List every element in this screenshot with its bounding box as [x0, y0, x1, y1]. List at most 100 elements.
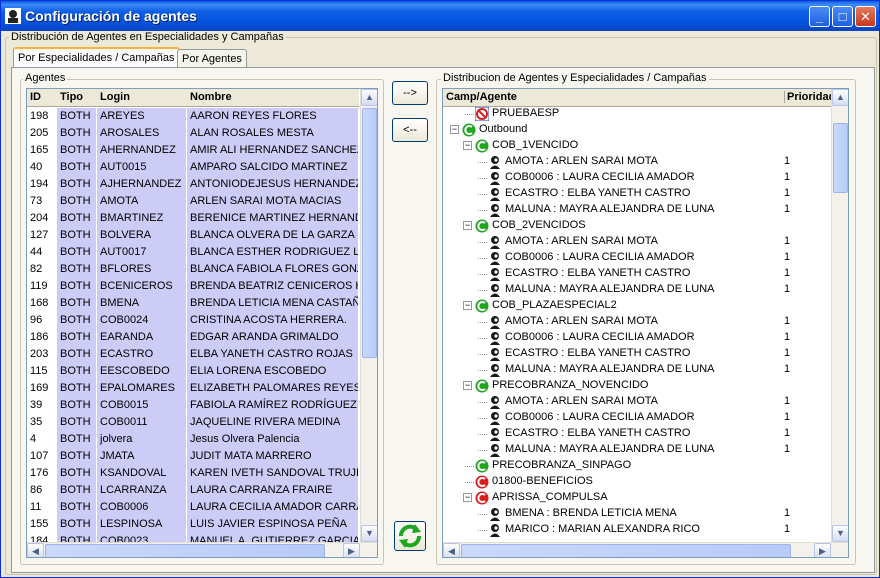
tree-agent-node[interactable]: COB0006 : LAURA CECILIA AMADOR 1 [443, 170, 832, 186]
tree-agent-node[interactable]: AMOTA : ARLEN SARAI MOTA 1 [443, 154, 832, 170]
tab-por-agentes[interactable]: Por Agentes [177, 49, 247, 69]
col-camp-agente[interactable]: Camp/Agente [446, 91, 517, 103]
tree-agent-node[interactable]: MALUNA : MAYRA ALEJANDRA DE LUNA 1 [443, 282, 832, 298]
agents-grid[interactable]: ID Tipo Login Nombre 198 BOTH AREYES AARON … [26, 88, 378, 558]
table-row[interactable]: 39 BOTH COB0015 FABIOLA RAMÍREZ RODRÍGUEZ [27, 397, 359, 414]
collapse-toggle-icon[interactable]: − [463, 141, 472, 150]
table-row[interactable]: 96 BOTH COB0024 CRISTINA ACOSTA HERRERA. [27, 312, 359, 329]
tree-agent-node[interactable]: AMOTA : ARLEN SARAI MOTA 1 [443, 234, 832, 250]
table-row[interactable]: 155 BOTH LESPINOSA LUIS JAVIER ESPINOSA PEÑ… [27, 516, 359, 533]
tree-hscroll[interactable]: ◀ ▶ [443, 542, 848, 557]
tree-connector [478, 242, 487, 243]
table-row[interactable]: 44 BOTH AUT0017 BLANCA ESTHER RODRIGUEZ LOZ [27, 244, 359, 261]
table-row[interactable]: 4 BOTH jolvera Jesus Olvera Palencia [27, 431, 359, 448]
tree-node-priority: 1 [784, 155, 791, 167]
table-row[interactable]: 35 BOTH COB0011 JAQUELINE RIVERA MEDINA [27, 414, 359, 431]
maximize-button[interactable]: □ [832, 6, 853, 27]
scroll-down-icon[interactable]: ▼ [361, 525, 377, 542]
scroll-up-icon[interactable]: ▲ [832, 89, 848, 106]
tree-agent-node[interactable]: ECASTRO : ELBA YANETH CASTRO 1 [443, 266, 832, 282]
refresh-button[interactable] [394, 521, 426, 551]
tree-campaign-node[interactable]: − APRISSA_COMPULSA [443, 490, 832, 506]
collapse-toggle-icon[interactable]: − [463, 493, 472, 502]
tree-campaign-node[interactable]: − Outbound [443, 122, 832, 138]
col-prioridad[interactable]: Prioridad [784, 91, 834, 103]
table-row[interactable]: 115 BOTH EESCOBEDO ELIA LORENA ESCOBEDO [27, 363, 359, 380]
tree-agent-node[interactable]: ECASTRO : ELBA YANETH CASTRO 1 [443, 186, 832, 202]
agents-hscroll[interactable]: ◀ ▶ [27, 542, 377, 557]
cell-nombre: KAREN IVETH SANDOVAL TRUJILL [187, 465, 359, 482]
col-login[interactable]: Login [100, 91, 130, 103]
distribution-tree[interactable]: Camp/Agente Prioridad PRUEBAESP − Outbound… [442, 88, 849, 558]
active-campaign-icon [475, 379, 489, 393]
cell-id: 204 [27, 210, 57, 227]
agents-vscroll[interactable]: ▲ ▼ [360, 89, 377, 542]
table-row[interactable]: 205 BOTH AROSALES ALAN ROSALES MESTA [27, 125, 359, 142]
scroll-right-icon[interactable]: ▶ [343, 543, 360, 557]
add-agent-button[interactable]: --> [392, 81, 428, 105]
scroll-left-icon[interactable]: ◀ [27, 543, 44, 557]
tree-agent-node[interactable]: ECASTRO : ELBA YANETH CASTRO 1 [443, 346, 832, 362]
table-row[interactable]: 40 BOTH AUT0015 AMPARO SALCIDO MARTINEZ [27, 159, 359, 176]
table-row[interactable]: 204 BOTH BMARTINEZ BERENICE MARTINEZ HERNAN… [27, 210, 359, 227]
minimize-button[interactable]: _ [809, 6, 830, 27]
tree-agent-node[interactable]: AMOTA : ARLEN SARAI MOTA 1 [443, 394, 832, 410]
remove-agent-button[interactable]: <-- [392, 118, 428, 142]
table-row[interactable]: 194 BOTH AJHERNANDEZ ANTONIODEJESUS HERNAND… [27, 176, 359, 193]
tree-agent-node[interactable]: AMOTA : ARLEN SARAI MOTA 1 [443, 314, 832, 330]
tab-especialidades-campanas[interactable]: Por Especialidades / Campañas [13, 47, 180, 69]
scroll-left-icon[interactable]: ◀ [443, 543, 460, 557]
col-id[interactable]: ID [30, 91, 41, 103]
table-row[interactable]: 168 BOTH BMENA BRENDA LETICIA MENA CASTAÑEI [27, 295, 359, 312]
distribution-label: Distribucion de Agentes y Especialidades… [441, 72, 709, 84]
table-row[interactable]: 107 BOTH JMATA JUDIT MATA MARRERO [27, 448, 359, 465]
hscroll-thumb[interactable] [45, 544, 325, 557]
table-row[interactable]: 11 BOTH COB0006 LAURA CECILIA AMADOR CARRA. [27, 499, 359, 516]
tree-campaign-node[interactable]: − COB_PLAZAESPECIAL2 [443, 298, 832, 314]
scroll-thumb[interactable] [362, 108, 377, 358]
scroll-up-icon[interactable]: ▲ [361, 89, 377, 106]
tree-agent-node[interactable]: MALUNA : MAYRA ALEJANDRA DE LUNA 1 [443, 442, 832, 458]
title-bar[interactable]: Configuración de agentes _ □ ✕ [1, 1, 879, 31]
tree-vscroll[interactable]: ▲ ▼ [831, 89, 848, 542]
scroll-right-icon[interactable]: ▶ [814, 543, 831, 557]
hscroll-thumb[interactable] [461, 544, 791, 557]
table-row[interactable]: 73 BOTH AMOTA ARLEN SARAI MOTA MACIAS [27, 193, 359, 210]
tree-campaign-node[interactable]: 01800-BENEFICIOS [443, 474, 832, 490]
tree-agent-node[interactable]: BMENA : BRENDA LETICIA MENA 1 [443, 506, 832, 522]
col-nombre[interactable]: Nombre [190, 91, 232, 103]
table-row[interactable]: 176 BOTH KSANDOVAL KAREN IVETH SANDOVAL TRU… [27, 465, 359, 482]
table-row[interactable]: 186 BOTH EARANDA EDGAR ARANDA GRIMALDO [27, 329, 359, 346]
collapse-toggle-icon[interactable]: − [463, 381, 472, 390]
close-button[interactable]: ✕ [855, 6, 876, 27]
cell-id: 115 [27, 363, 57, 380]
tree-agent-node[interactable]: MARICO : MARIAN ALEXANDRA RICO 1 [443, 522, 832, 538]
tree-agent-node[interactable]: ECASTRO : ELBA YANETH CASTRO 1 [443, 426, 832, 442]
table-row[interactable]: 127 BOTH BOLVERA BLANCA OLVERA DE LA GARZA [27, 227, 359, 244]
table-row[interactable]: 165 BOTH AHERNANDEZ AMIR ALI HERNANDEZ SANC… [27, 142, 359, 159]
scroll-down-icon[interactable]: ▼ [832, 525, 848, 542]
table-row[interactable]: 203 BOTH ECASTRO ELBA YANETH CASTRO ROJAS [27, 346, 359, 363]
tree-campaign-node[interactable]: PRUEBAESP [443, 106, 832, 122]
table-row[interactable]: 82 BOTH BFLORES BLANCA FABIOLA FLORES GONZ [27, 261, 359, 278]
collapse-toggle-icon[interactable]: − [463, 221, 472, 230]
tree-agent-node[interactable]: COB0006 : LAURA CECILIA AMADOR 1 [443, 410, 832, 426]
scroll-thumb[interactable] [833, 123, 848, 193]
tree-campaign-node[interactable]: − PRECOBRANZA_NOVENCIDO [443, 378, 832, 394]
tree-campaign-node[interactable]: − COB_2VENCIDOS [443, 218, 832, 234]
tree-campaign-node[interactable]: PRECOBRANZA_SINPAGO [443, 458, 832, 474]
tree-campaign-node[interactable]: − COB_1VENCIDO [443, 138, 832, 154]
tree-node-label: MARICO : MARIAN ALEXANDRA RICO [505, 523, 700, 535]
tree-agent-node[interactable]: COB0006 : LAURA CECILIA AMADOR 1 [443, 250, 832, 266]
tree-agent-node[interactable]: MALUNA : MAYRA ALEJANDRA DE LUNA 1 [443, 202, 832, 218]
table-row[interactable]: 119 BOTH BCENICEROS BRENDA BEATRIZ CENICERO… [27, 278, 359, 295]
cell-tipo: BOTH [57, 397, 97, 414]
collapse-toggle-icon[interactable]: − [450, 125, 459, 134]
tree-agent-node[interactable]: COB0006 : LAURA CECILIA AMADOR 1 [443, 330, 832, 346]
col-tipo[interactable]: Tipo [60, 91, 83, 103]
collapse-toggle-icon[interactable]: − [463, 301, 472, 310]
tree-agent-node[interactable]: MALUNA : MAYRA ALEJANDRA DE LUNA 1 [443, 362, 832, 378]
table-row[interactable]: 86 BOTH LCARRANZA LAURA CARRANZA FRAIRE [27, 482, 359, 499]
table-row[interactable]: 198 BOTH AREYES AARON REYES FLORES [27, 108, 359, 125]
table-row[interactable]: 169 BOTH EPALOMARES ELIZABETH PALOMARES REY… [27, 380, 359, 397]
